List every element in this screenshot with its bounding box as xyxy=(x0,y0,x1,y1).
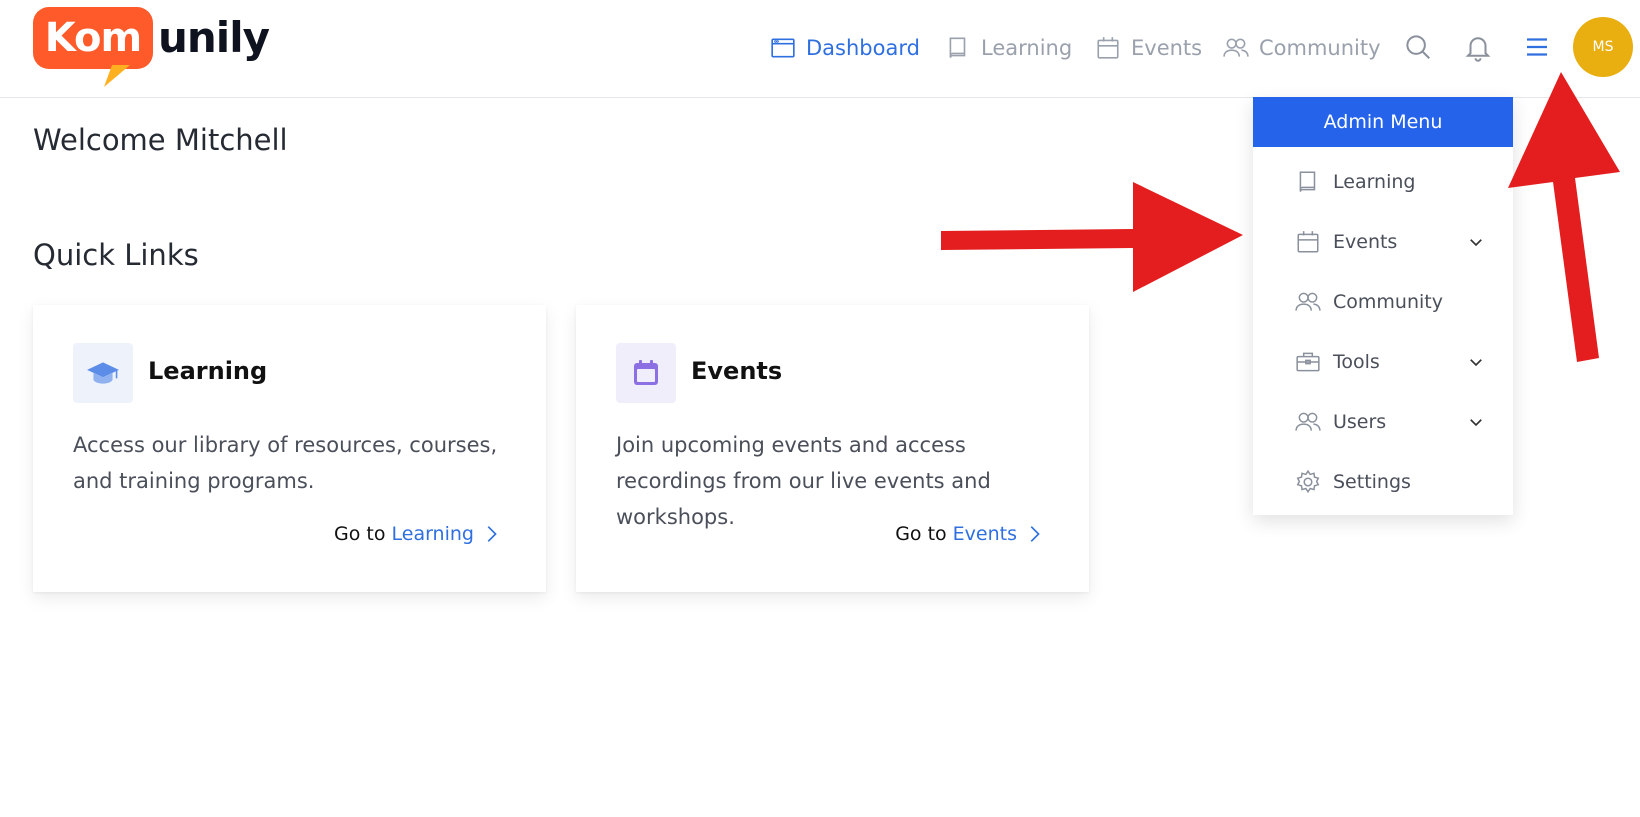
book-icon xyxy=(1299,171,1316,192)
card-title: Learning xyxy=(148,357,268,385)
brand-logo[interactable]: Kom unily xyxy=(33,7,270,87)
people-icon xyxy=(1223,38,1249,57)
quick-link-card-learning: Learning Access our library of resources… xyxy=(33,305,546,592)
dashboard-icon xyxy=(771,38,795,58)
menu-item-label: Learning xyxy=(1333,171,1416,193)
admin-menu-item-events[interactable]: Events xyxy=(1295,224,1485,260)
bell-icon xyxy=(1465,37,1491,62)
calendar-icon xyxy=(1297,231,1319,253)
link-target: Events xyxy=(952,523,1017,545)
link-prefix: Go to xyxy=(895,523,947,545)
search-icon xyxy=(1406,35,1430,59)
admin-menu-title: Admin Menu xyxy=(1253,97,1513,147)
search-button[interactable] xyxy=(1403,32,1433,62)
menu-item-label: Users xyxy=(1333,411,1387,433)
link-prefix: Go to xyxy=(334,523,386,545)
top-header: Kom unily Dashboard Learning Events Comm… xyxy=(0,0,1640,98)
people-icon xyxy=(1295,292,1321,311)
toolbox-icon xyxy=(1296,352,1320,372)
users-icon xyxy=(1295,412,1321,431)
link-target: Learning xyxy=(391,523,475,545)
logo-text: unily xyxy=(158,13,270,62)
card-description: Join upcoming events and access recordin… xyxy=(616,433,991,529)
nav-learning[interactable]: Learning xyxy=(945,35,1072,61)
menu-item-label: Events xyxy=(1333,231,1398,253)
nav-events-label: Events xyxy=(1131,36,1203,60)
menu-item-label: Community xyxy=(1333,291,1443,313)
go-to-events-link[interactable]: Go to Events xyxy=(895,523,1045,545)
admin-menu-dropdown: Admin Menu Learning Events Community Too… xyxy=(1253,97,1513,515)
admin-menu-item-community[interactable]: Community xyxy=(1295,284,1485,320)
graduation-cap-icon xyxy=(87,362,119,384)
welcome-heading: Welcome Mitchell xyxy=(33,123,288,157)
chevron-down-icon[interactable] xyxy=(1467,353,1485,371)
quick-links-heading: Quick Links xyxy=(33,238,199,272)
menu-item-label: Settings xyxy=(1333,471,1411,493)
red-arrow-right xyxy=(941,182,1243,292)
chevron-down-icon[interactable] xyxy=(1467,233,1485,251)
notifications-button[interactable] xyxy=(1463,32,1493,62)
chevron-right-icon xyxy=(1030,526,1040,542)
nav-community-label: Community xyxy=(1259,36,1381,60)
nav-learning-label: Learning xyxy=(981,36,1073,60)
menu-item-label: Tools xyxy=(1333,351,1380,373)
quick-link-card-events: Events Join upcoming events and access r… xyxy=(576,305,1089,592)
admin-menu-item-tools[interactable]: Tools xyxy=(1295,344,1485,380)
admin-menu-item-users[interactable]: Users xyxy=(1295,404,1485,440)
user-avatar[interactable]: MS xyxy=(1573,17,1633,77)
book-icon xyxy=(949,37,966,58)
nav-dashboard-label: Dashboard xyxy=(806,36,920,60)
card-description: Access our library of resources, courses… xyxy=(73,433,498,493)
calendar-icon xyxy=(634,360,658,385)
nav-events[interactable]: Events xyxy=(1095,35,1202,61)
card-icon-box xyxy=(616,343,676,403)
admin-menu-item-learning[interactable]: Learning xyxy=(1295,164,1485,200)
card-title: Events xyxy=(691,357,783,385)
admin-menu-toggle[interactable] xyxy=(1522,32,1552,62)
admin-menu-item-settings[interactable]: Settings xyxy=(1295,464,1485,500)
hamburger-menu-icon xyxy=(1527,38,1547,56)
logo-badge: Kom xyxy=(33,7,153,69)
nav-community[interactable]: Community xyxy=(1223,35,1381,61)
chevron-right-icon xyxy=(487,526,497,542)
red-arrow-up xyxy=(1508,72,1620,362)
nav-dashboard[interactable]: Dashboard xyxy=(770,35,920,61)
gear-icon xyxy=(1296,469,1320,494)
chevron-down-icon[interactable] xyxy=(1467,413,1485,431)
go-to-learning-link[interactable]: Go to Learning xyxy=(334,523,502,545)
calendar-icon xyxy=(1097,37,1119,59)
card-icon-box xyxy=(73,343,133,403)
